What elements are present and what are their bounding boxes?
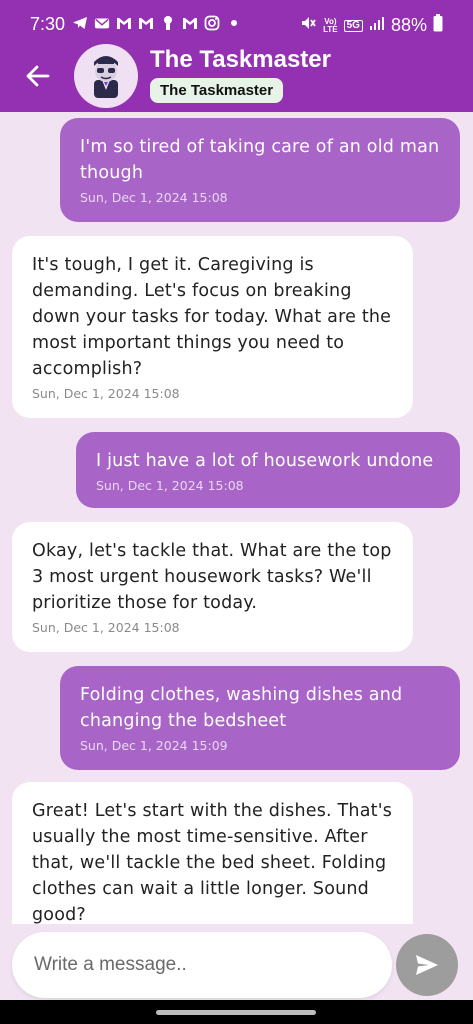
message-text: Okay, let's tackle that. What are the to…: [32, 541, 392, 613]
keyhole-icon: [160, 15, 176, 31]
instagram-icon: [204, 15, 220, 31]
bot-message: Okay, let's tackle that. What are the to…: [12, 522, 413, 652]
message-list[interactable]: I'm so tired of taking care of an old ma…: [0, 112, 473, 924]
character-avatar-icon: [94, 56, 118, 98]
message-input[interactable]: Write a message..: [12, 932, 392, 998]
send-button[interactable]: [396, 934, 458, 996]
message-text: I just have a lot of housework undone: [96, 451, 434, 471]
send-icon: [416, 955, 438, 975]
gmail-icon: [182, 15, 198, 31]
battery-percent: 88%: [390, 15, 427, 35]
bot-message: Great! Let's start with the dishes. That…: [12, 782, 413, 924]
message-timestamp: Sun, Dec 1, 2024 15:08: [32, 386, 180, 401]
message-timestamp: Sun, Dec 1, 2024 15:08: [96, 478, 244, 493]
user-message: I'm so tired of taking care of an old ma…: [60, 118, 460, 222]
user-message: I just have a lot of housework undone Su…: [76, 432, 460, 508]
battery-icon: [433, 14, 443, 37]
chat-title: The Taskmaster: [150, 46, 331, 73]
message-text: Folding clothes, washing dishes and chan…: [80, 685, 403, 731]
message-text: Great! Let's start with the dishes. That…: [32, 801, 393, 924]
5g-icon: 5G: [343, 19, 363, 32]
home-gesture-handle[interactable]: [156, 1010, 316, 1015]
message-text: It's tough, I get it. Caregiving is dema…: [32, 255, 392, 379]
telegram-icon: [72, 15, 88, 31]
bot-message: It's tough, I get it. Caregiving is dema…: [12, 236, 413, 418]
back-arrow-icon[interactable]: [24, 62, 52, 90]
gmail-icon: [138, 15, 154, 31]
message-timestamp: Sun, Dec 1, 2024 15:08: [32, 620, 180, 635]
message-text: I'm so tired of taking care of an old ma…: [80, 137, 440, 183]
notification-icons: [72, 15, 242, 31]
system-icons: Vo) LTE 5G 88%: [299, 14, 443, 37]
status-bar: 7:30 Vo) LTE 5G 88%: [0, 0, 473, 50]
mail-icon: [94, 15, 110, 31]
avatar[interactable]: [74, 44, 138, 108]
gmail-icon: [116, 15, 132, 31]
user-message: Folding clothes, washing dishes and chan…: [60, 666, 460, 770]
message-timestamp: Sun, Dec 1, 2024 15:08: [80, 190, 228, 205]
dot-icon: [226, 15, 242, 31]
character-chip[interactable]: The Taskmaster: [150, 78, 284, 103]
status-time: 7:30: [30, 14, 66, 34]
signal-icon: [369, 15, 385, 36]
volte-icon: Vo) LTE: [323, 16, 338, 34]
mute-icon: [299, 14, 317, 37]
message-timestamp: Sun, Dec 1, 2024 15:09: [80, 738, 228, 753]
